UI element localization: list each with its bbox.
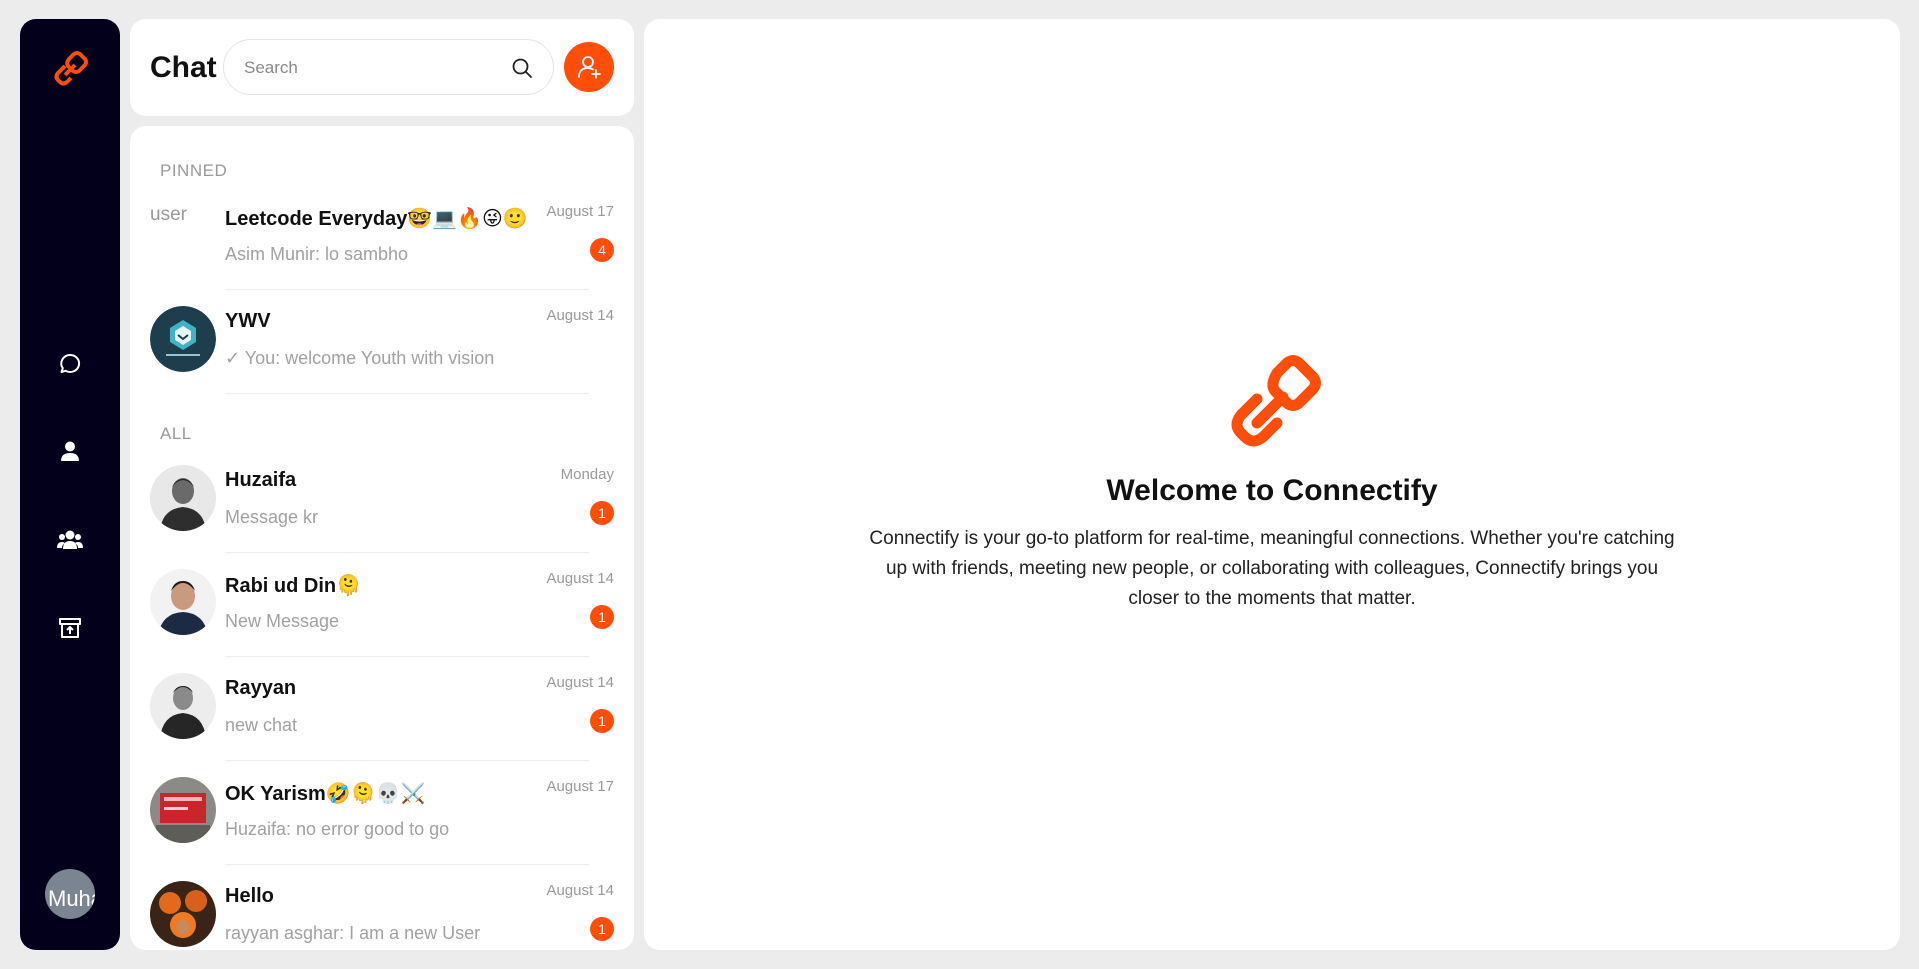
nav-profile[interactable] <box>20 433 120 469</box>
chat-date: August 17 <box>546 778 614 795</box>
welcome-title: Welcome to Connectify <box>1106 474 1438 507</box>
chat-last-message: rayyan asghar: I am a new User <box>225 923 481 943</box>
chat-name: OK Yarism🤣🫠💀⚔️ <box>225 783 426 805</box>
chat-date: August 17 <box>546 203 614 220</box>
chat-avatar <box>150 569 216 635</box>
unread-badge: 1 <box>590 709 614 733</box>
user-icon <box>61 441 79 461</box>
chat-bubble-icon <box>60 353 81 373</box>
profile-avatar[interactable]: Muha <box>45 869 95 919</box>
nav-chats[interactable] <box>20 346 120 382</box>
chat-last-message: New Message <box>225 611 340 631</box>
chat-avatar <box>150 465 216 531</box>
chat-item-hello[interactable]: Hello rayyan asghar: I am a new User Aug… <box>130 865 634 950</box>
chat-name: Leetcode Everyday🤓💻🔥😜🙂 <box>225 208 528 230</box>
archive-icon <box>59 618 81 638</box>
chat-item-leetcode-everyday[interactable]: user Leetcode Everyday🤓💻🔥😜🙂 Asim Munir: … <box>130 186 634 290</box>
chat-date: August 14 <box>546 307 614 324</box>
chat-header: Chat <box>130 19 634 116</box>
chat-date: August 14 <box>546 882 614 899</box>
chat-last-message: Asim Munir: lo sambho <box>225 244 409 264</box>
main-panel: Welcome to Connectify Connectify is your… <box>644 19 1900 950</box>
unread-badge: 4 <box>590 238 614 262</box>
add-user-icon <box>578 56 601 79</box>
chat-item-huzaifa[interactable]: Huzaifa Message kr Monday 1 <box>130 449 634 553</box>
page-title: Chat <box>150 51 217 84</box>
pinned-label: PINNED <box>160 161 228 180</box>
unread-badge: 1 <box>590 917 614 941</box>
chat-avatar <box>150 881 216 947</box>
chat-name: Rabi ud Din🫠 <box>225 575 362 597</box>
chat-name: YWV <box>225 310 271 332</box>
group-icon <box>57 530 83 549</box>
chat-last-message: Huzaifa: no error good to go <box>225 819 450 839</box>
link-icon[interactable] <box>48 47 92 91</box>
chat-list: PINNED user Leetcode Everyday🤓💻🔥😜🙂 Asim … <box>130 126 634 950</box>
unread-badge: 1 <box>590 605 614 629</box>
search-box[interactable] <box>223 39 554 95</box>
chat-avatar <box>150 673 216 739</box>
unread-badge: 1 <box>590 501 614 525</box>
chat-name: Huzaifa <box>225 469 297 491</box>
avatar-alt-text: Muha <box>48 886 95 911</box>
read-check-icon: ✓ <box>225 348 241 368</box>
connectify-logo-icon <box>1231 355 1321 447</box>
chat-item-ok-yarism[interactable]: OK Yarism🤣🫠💀⚔️ Huzaifa: no error good to… <box>130 761 634 865</box>
search-icon[interactable] <box>511 57 533 79</box>
nav-rail: Muha <box>20 19 120 950</box>
chat-date: August 14 <box>546 570 614 587</box>
welcome-text: Connectify is your go-to platform for re… <box>869 528 1675 609</box>
all-label: ALL <box>160 424 192 443</box>
nav-archive[interactable] <box>20 610 120 646</box>
chat-avatar <box>150 777 216 843</box>
chat-item-rayyan[interactable]: Rayyan new chat August 14 1 <box>130 657 634 761</box>
chat-item-ywv[interactable]: YWV ✓ You: welcome Youth with vision Aug… <box>130 290 634 394</box>
nav-groups[interactable] <box>20 522 120 558</box>
chat-avatar <box>150 306 216 372</box>
chat-date: Monday <box>560 466 614 483</box>
search-input[interactable] <box>244 56 504 80</box>
chat-name: Hello <box>225 885 274 907</box>
add-contact-button[interactable] <box>564 42 614 92</box>
chat-date: August 14 <box>546 674 614 691</box>
chat-name: Rayyan <box>225 677 297 699</box>
chat-last-message: Message kr <box>225 507 319 527</box>
broken-avatar-image: user <box>150 204 187 225</box>
chat-item-rabi-ud-din[interactable]: Rabi ud Din🫠 New Message August 14 1 <box>130 553 634 657</box>
chat-last-message: ✓ You: welcome Youth with vision <box>225 348 495 368</box>
divider <box>225 393 589 394</box>
chat-last-message: new chat <box>225 715 298 735</box>
